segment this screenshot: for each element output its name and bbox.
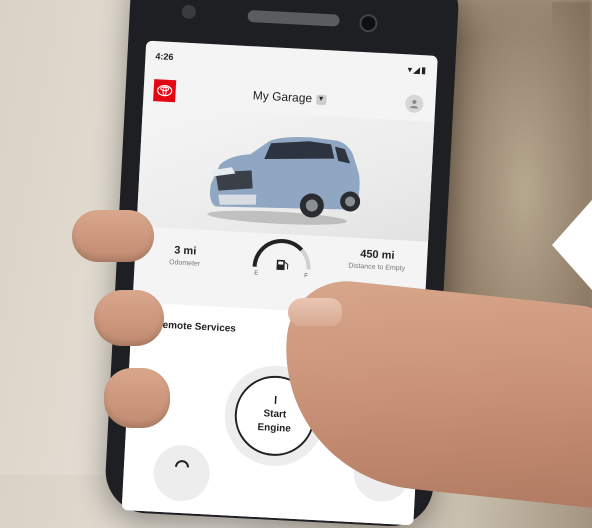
unlock-icon	[152, 444, 211, 503]
vehicle-image	[137, 107, 435, 242]
vehicle-image-area	[137, 107, 435, 242]
finger-ring	[104, 368, 170, 428]
power-icon	[270, 396, 281, 409]
remote-services-title: Remote Services	[155, 319, 236, 334]
finger-middle	[94, 290, 164, 346]
fuel-gauge-arc: E F	[246, 236, 318, 280]
odometer-value: 3 mi	[155, 243, 216, 258]
odometer: 3 mi Odometer	[154, 243, 215, 268]
fuel-empty-label: E	[254, 271, 258, 277]
person-icon	[409, 98, 420, 109]
front-camera	[359, 14, 378, 33]
odometer-label: Odometer	[154, 258, 214, 268]
fuel-pump-icon	[276, 260, 288, 271]
thumbnail	[288, 298, 342, 326]
distance-to-empty: 450 mi Distance to Empty	[337, 247, 418, 273]
garage-selector[interactable]: My Garage ▼	[143, 83, 435, 112]
distance-value: 450 mi	[337, 247, 418, 263]
garage-title: My Garage	[252, 88, 312, 105]
status-icons: ▾◢▮	[407, 64, 427, 76]
phone-speaker	[247, 10, 340, 27]
chevron-down-icon[interactable]: ▼	[316, 94, 327, 105]
engine-label: Engine	[257, 421, 291, 437]
status-time: 4:26	[155, 51, 174, 62]
unlock-button[interactable]	[152, 444, 211, 503]
start-label: Start	[263, 407, 286, 422]
distance-label: Distance to Empty	[337, 262, 417, 273]
fuel-full-label: F	[304, 273, 308, 279]
fuel-gauge: E F	[246, 236, 318, 280]
sensor	[181, 4, 196, 19]
finger-index	[72, 210, 154, 262]
